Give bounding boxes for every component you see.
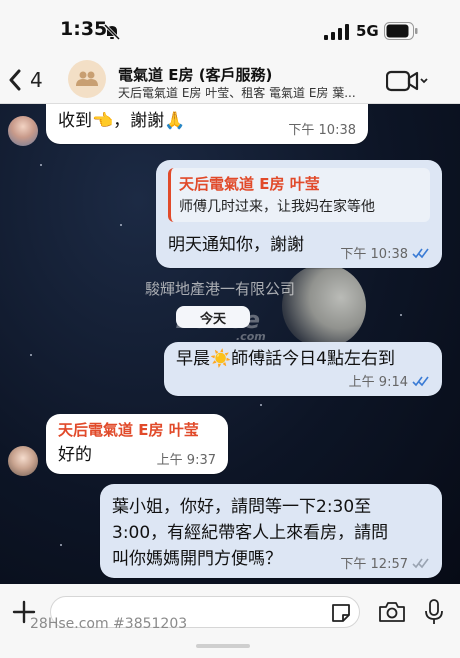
message-time: 下午 10:38 xyxy=(340,247,408,262)
chat-header: 4 電氣道 E房 (客戶服務) 天后電氣道 E房 叶莹、租客 電氣道 E房 葉.… xyxy=(0,56,460,104)
company-watermark: 駿輝地產港一有限公司 xyxy=(145,280,296,298)
contact-avatar[interactable] xyxy=(8,446,38,476)
chat-title[interactable]: 電氣道 E房 (客戶服務) xyxy=(118,64,272,85)
battery-icon xyxy=(384,22,418,40)
back-button[interactable]: 4 xyxy=(8,64,58,96)
message-time: 下午 10:38 xyxy=(288,123,356,138)
read-ticks-icon xyxy=(412,558,429,568)
back-chevron-icon xyxy=(9,69,21,91)
quoted-message[interactable]: 天后電氣道 E房 叶莹 师傅几时过来，让我妈在家等他 xyxy=(168,168,430,222)
star-decoration xyxy=(400,314,402,316)
chevron-down-icon xyxy=(420,78,428,84)
star-decoration xyxy=(30,354,32,356)
star-decoration xyxy=(120,224,122,226)
group-avatar[interactable] xyxy=(68,60,106,98)
unread-count: 4 xyxy=(30,68,43,92)
network-label: 5G xyxy=(356,22,379,40)
chat-subtitle[interactable]: 天后電氣道 E房 叶莹、租客 電氣道 E房 葉... xyxy=(118,84,368,101)
sender-name[interactable]: 天后電氣道 E房 叶莹 xyxy=(58,418,199,442)
signal-icon xyxy=(324,24,349,40)
message-bubble-outgoing[interactable]: 天后電氣道 E房 叶莹 师傅几时过来，让我妈在家等他 明天通知你，謝謝 下午 1… xyxy=(156,160,442,268)
message-text: 收到👈，謝謝🙏 xyxy=(58,111,186,131)
home-indicator xyxy=(196,644,250,648)
quoted-text: 师傅几时过来，让我妈在家等他 xyxy=(179,199,375,215)
message-meta: 下午 10:38 xyxy=(340,243,430,262)
read-ticks-icon xyxy=(412,248,429,258)
message-time: 上午 9:37 xyxy=(156,453,216,468)
message-meta: 下午 12:57 xyxy=(340,553,430,572)
chat-area[interactable]: 駿輝地產港一有限公司 28Hse 收到👈，謝謝🙏 下午 10:38 天后電氣道 … xyxy=(0,104,460,584)
message-text: 早晨☀️師傅話今日4點左右到 xyxy=(176,349,395,369)
contact-avatar[interactable] xyxy=(8,116,38,146)
date-separator: 今天 xyxy=(176,306,250,328)
camera-icon[interactable] xyxy=(378,600,406,624)
star-decoration xyxy=(40,164,42,166)
moon-image xyxy=(282,264,366,348)
footer-watermark: 28Hse.com #3851203 xyxy=(30,616,188,632)
group-icon xyxy=(76,71,98,86)
quoted-sender: 天后電氣道 E房 叶莹 xyxy=(179,175,320,193)
status-bar: 1:35 5G xyxy=(0,0,460,56)
message-bubble-outgoing[interactable]: 早晨☀️師傅話今日4點左右到 上午 9:14 xyxy=(164,342,442,396)
message-bubble-outgoing[interactable]: 葉小姐，你好，請問等一下2:30至 3:00，有經紀帶客人上來看房，請問 叫你媽… xyxy=(100,484,442,578)
star-decoration xyxy=(60,544,62,546)
message-time: 上午 9:14 xyxy=(348,375,408,390)
message-bubble-incoming[interactable]: 天后電氣道 E房 叶莹 好的 上午 9:37 xyxy=(46,414,228,474)
message-time: 下午 12:57 xyxy=(340,557,408,572)
bell-slash-icon xyxy=(103,23,121,41)
star-decoration xyxy=(260,404,262,406)
input-bar: 28Hse.com #3851203 xyxy=(0,584,460,658)
message-text: 好的 xyxy=(58,445,92,465)
video-icon xyxy=(386,70,419,92)
message-bubble-incoming[interactable]: 收到👈，謝謝🙏 下午 10:38 xyxy=(46,104,368,144)
read-ticks-icon xyxy=(412,376,429,386)
message-meta: 上午 9:14 xyxy=(349,371,430,390)
video-call-button[interactable] xyxy=(386,68,430,94)
microphone-icon[interactable] xyxy=(424,598,444,626)
sticker-icon[interactable] xyxy=(330,602,352,624)
status-time: 1:35 xyxy=(60,18,108,40)
